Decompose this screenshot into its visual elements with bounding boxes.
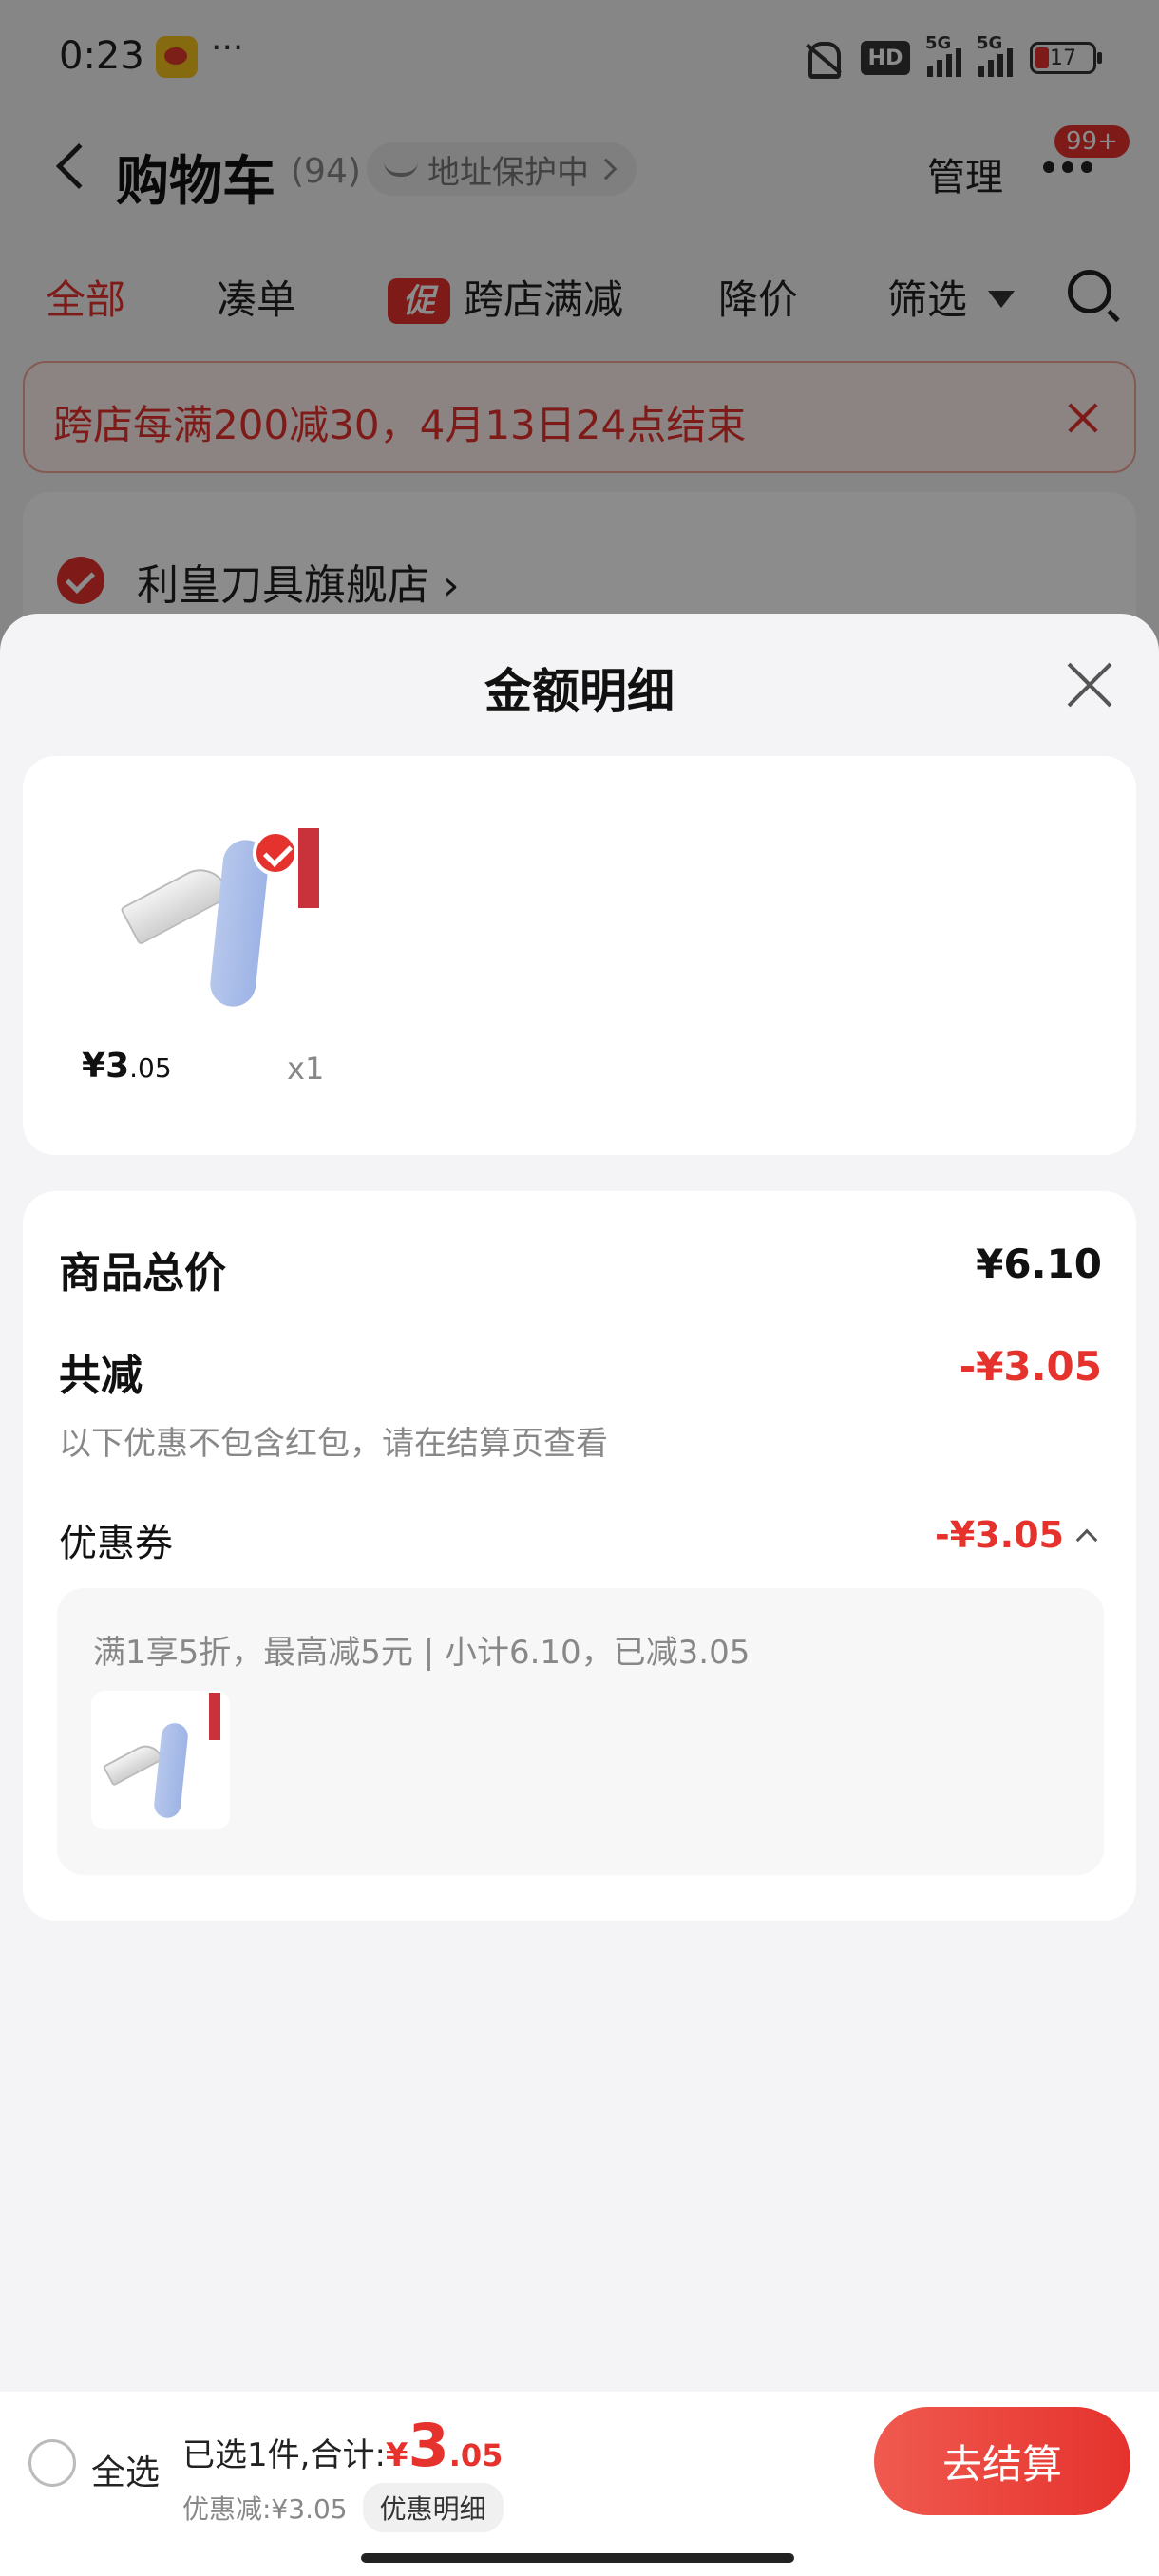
amount-detail-sheet: 金额明细 ¥3.05 x1 商品总价 ¥6.10 共减 -¥3.05 以下优惠不… [0, 614, 1159, 2576]
product-price: ¥3.05 [82, 1047, 172, 1086]
reduction-note: 以下优惠不包含红包，请在结算页查看 [59, 1425, 608, 1463]
coupon-label: 优惠券 [59, 1522, 173, 1565]
product-price-yen: ¥ [82, 1047, 106, 1086]
sheet-close-icon[interactable] [1066, 661, 1113, 709]
summary-total-dec: .05 [448, 2437, 504, 2473]
discount-amount: 优惠减:¥3.05 [182, 2493, 348, 2525]
coupon-description: 满1享5折，最高减5元 | 小计6.10，已减3.05 [93, 1634, 750, 1672]
coupon-product-thumbnail[interactable] [91, 1691, 230, 1829]
product-quantity: x1 [287, 1051, 325, 1087]
sheet-title: 金额明细 [484, 664, 674, 719]
discount-line: 优惠减:¥3.05 优惠明细 [182, 2483, 504, 2532]
select-all-checkbox[interactable] [28, 2439, 76, 2487]
checkout-button[interactable]: 去结算 [874, 2407, 1130, 2515]
coupon-toggle[interactable]: -¥3.05 [935, 1514, 1098, 1556]
total-reduction-label: 共减 [59, 1352, 142, 1400]
checkout-bar: 全选 已选1件,合计: ¥ 3 .05 优惠减:¥3.05 优惠明细 去结算 [0, 2392, 1159, 2576]
product-price-int: 3 [105, 1047, 130, 1086]
selection-summary: 已选1件,合计: ¥ 3 .05 [182, 2416, 503, 2475]
discount-detail-button[interactable]: 优惠明细 [362, 2483, 504, 2532]
price-detail-card: 商品总价 ¥6.10 共减 -¥3.05 以下优惠不包含红包，请在结算页查看 优… [23, 1191, 1136, 1921]
coupon-value: -¥3.05 [935, 1514, 1064, 1556]
total-reduction-value: -¥3.05 [959, 1343, 1102, 1390]
product-price-dec: .05 [129, 1052, 172, 1084]
summary-prefix: 已选1件,合计: [182, 2436, 386, 2474]
summary-yen: ¥ [385, 2436, 408, 2474]
product-image[interactable] [118, 790, 346, 1018]
item-selected-check-icon [253, 830, 298, 876]
chevron-up-icon [1075, 1528, 1098, 1551]
total-price-label: 商品总价 [59, 1249, 226, 1297]
home-indicator[interactable] [361, 2553, 794, 2563]
coupon-detail-box: 满1享5折，最高减5元 | 小计6.10，已减3.05 [57, 1588, 1104, 1875]
product-card: ¥3.05 x1 [23, 756, 1136, 1155]
total-price-value: ¥6.10 [976, 1241, 1102, 1287]
summary-total-int: 3 [408, 2411, 449, 2480]
select-all-label[interactable]: 全选 [91, 2445, 160, 2494]
